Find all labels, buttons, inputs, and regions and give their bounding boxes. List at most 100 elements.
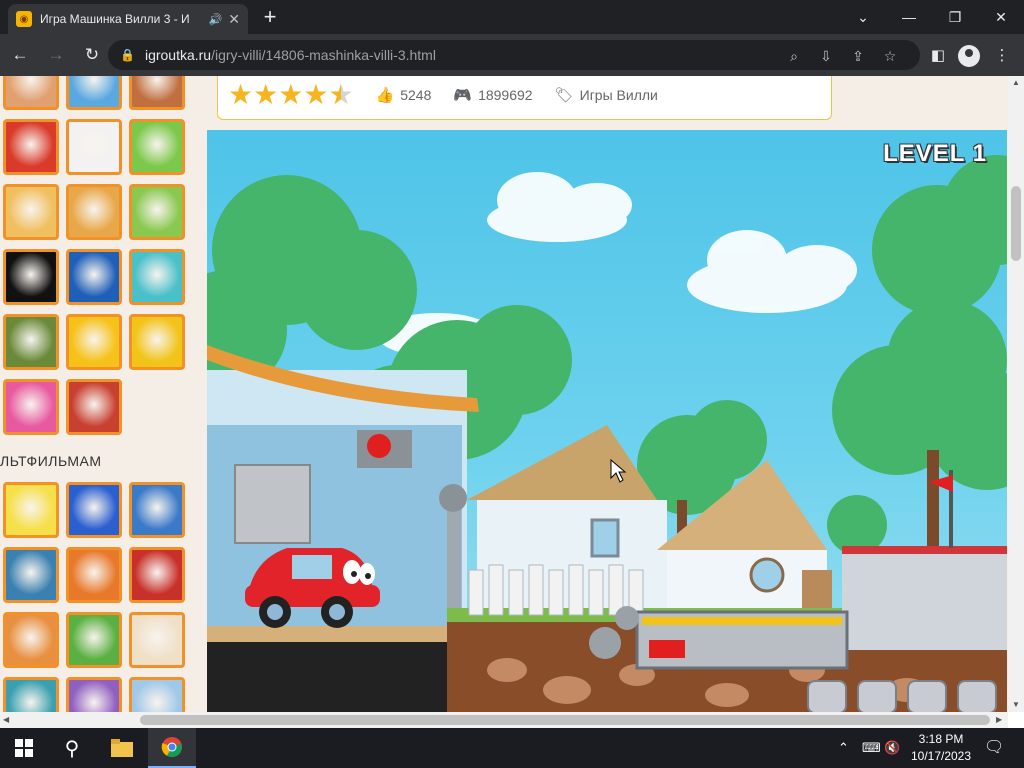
game-info-bar: ★ ★ ★ ★ ★ 👍 5248 🎮 1899692 🏷 Игры Вилли <box>217 76 832 120</box>
vertical-scrollbar[interactable]: ▲ ▼ <box>1008 76 1024 712</box>
game-thumbnail-equestria[interactable] <box>66 677 122 712</box>
category-label[interactable]: Игры Вилли <box>580 87 658 103</box>
game-thumbnail-tank[interactable] <box>3 314 59 370</box>
star-icon[interactable]: ★ <box>303 81 328 109</box>
profile-avatar[interactable] <box>958 45 980 67</box>
file-explorer-icon[interactable] <box>98 728 146 768</box>
category-link[interactable]: 🏷 Игры Вилли <box>555 86 658 104</box>
game-thumbnail-candy-match[interactable] <box>129 249 185 305</box>
game-thumbnail-disney-channel[interactable] <box>66 249 122 305</box>
reload-button[interactable]: ↻ <box>76 39 108 71</box>
back-button[interactable]: ← <box>4 39 36 71</box>
close-window-button[interactable]: ✕ <box>978 0 1024 34</box>
share-icon[interactable]: ⇪ <box>848 46 868 66</box>
chevron-up-icon[interactable]: ⌃ <box>838 740 849 756</box>
game-thumbnail-gravity-falls[interactable] <box>3 547 59 603</box>
level-label: LEVEL 1 <box>883 140 987 167</box>
forward-button[interactable]: → <box>40 39 72 71</box>
game-thumbnail-cake[interactable] <box>3 184 59 240</box>
game-thumbnail-angry-face[interactable] <box>66 379 122 435</box>
sidebar-game-list: ЛЬТФИЛЬМАМ <box>0 76 200 712</box>
thumbs-up-icon[interactable]: 👍 <box>376 86 395 104</box>
side-panel-icon[interactable]: ◧ <box>926 44 950 68</box>
sound-icon[interactable] <box>857 680 897 712</box>
clock-time: 3:18 PM <box>918 732 964 746</box>
music-icon[interactable] <box>907 680 947 712</box>
game-thumbnail-blue-3d[interactable] <box>66 76 122 110</box>
url-path: /igry-villi/14806-mashinka-villi-3.html <box>211 47 436 63</box>
scroll-right-icon[interactable]: ▶ <box>996 715 1002 724</box>
web-page: ЛЬТФИЛЬМАМ ★ ★ ★ ★ ★ 👍 5248 🎮 1899692 🏷 … <box>0 76 1024 712</box>
restore-button[interactable]: ❐ <box>932 0 978 34</box>
site-favicon-icon: ◉ <box>16 11 32 27</box>
scroll-down-icon[interactable]: ▼ <box>1012 700 1020 709</box>
chrome-taskbar-icon[interactable] <box>148 728 196 768</box>
game-canvas[interactable]: LEVEL 1 <box>207 130 1007 712</box>
search-icon[interactable]: ⌕ <box>784 46 804 66</box>
menu-icon[interactable] <box>957 680 997 712</box>
tab-title: Игра Машинка Вилли 3 - И <box>40 12 190 26</box>
star-icon[interactable]: ★ <box>278 81 303 109</box>
game-scene <box>207 155 1007 712</box>
windows-start-icon[interactable] <box>0 728 48 768</box>
game-thumbnail-angry-bird[interactable] <box>3 119 59 175</box>
lock-icon[interactable]: 🔒 <box>120 48 135 62</box>
tab-close-icon[interactable]: ✕ <box>228 11 240 28</box>
game-thumbnail-frozen[interactable] <box>129 677 185 712</box>
star-half-icon[interactable]: ★ <box>328 81 353 109</box>
game-thumbnail-cartoon-network[interactable] <box>3 249 59 305</box>
rating-stars[interactable]: ★ ★ ★ ★ ★ <box>228 81 354 109</box>
game-thumbnail-wheely-car[interactable] <box>129 184 185 240</box>
minimize-button[interactable]: — <box>886 0 932 34</box>
scroll-up-icon[interactable]: ▲ <box>1012 78 1020 87</box>
game-thumbnail-agent-p[interactable] <box>3 677 59 712</box>
menu-kebab-icon[interactable]: ⋮ <box>990 44 1014 68</box>
plays-count: 🎮 1899692 <box>453 86 532 104</box>
game-thumbnail-paw-patrol[interactable] <box>129 482 185 538</box>
section-title: ЛЬТФИЛЬМАМ <box>0 453 102 469</box>
speaker-icon[interactable]: 🔊 <box>209 13 223 26</box>
volume-muted-icon[interactable]: 🔇 <box>884 740 900 756</box>
game-thumbnail-pop-it[interactable] <box>3 379 59 435</box>
browser-toolbar: ← → ↻ 🔒 igroutka.ru/igry-villi/14806-mas… <box>0 34 1024 76</box>
install-icon[interactable]: ⇩ <box>816 46 836 66</box>
url-host: igroutka.ru <box>144 47 212 63</box>
game-thumbnail-cowboy[interactable] <box>129 76 185 110</box>
clock-date: 10/17/2023 <box>910 749 972 763</box>
address-bar[interactable]: 🔒 igroutka.ru/igry-villi/14806-mashinka-… <box>108 40 920 70</box>
game-thumbnail-panda[interactable] <box>66 119 122 175</box>
game-thumbnail-among-us[interactable] <box>129 314 185 370</box>
game-thumbnail-cut-the-rope[interactable] <box>129 119 185 175</box>
notifications-icon[interactable]: 🗨 <box>984 737 1004 757</box>
tag-icon: 🏷 <box>554 87 574 104</box>
browser-tab[interactable]: ◉ Игра Машинка Вилли 3 - И 🔊 ✕ <box>8 4 248 34</box>
game-thumbnail-sonic[interactable] <box>66 482 122 538</box>
gamepad-icon: 🎮 <box>453 87 473 104</box>
search-icon[interactable]: ⚲ <box>48 728 96 768</box>
game-thumbnail-emoji[interactable] <box>66 314 122 370</box>
tab-search-icon[interactable]: ⌄ <box>840 0 886 34</box>
star-icon[interactable]: ★ <box>228 81 253 109</box>
game-thumbnail-tom-jerry[interactable] <box>66 547 122 603</box>
horizontal-scrollbar[interactable]: ◀ ▶ <box>0 712 1008 728</box>
game-thumbnail-adam-eve[interactable] <box>66 184 122 240</box>
game-thumbnail-naruto[interactable] <box>3 612 59 668</box>
game-thumbnail-spongebob[interactable] <box>3 482 59 538</box>
game-thumbnail-scooby-doo[interactable] <box>66 612 122 668</box>
network-icon[interactable]: ⌨ <box>862 740 881 756</box>
game-thumbnail-cars[interactable] <box>129 547 185 603</box>
clock[interactable]: 3:18 PM 10/17/2023 <box>906 731 976 765</box>
browser-titlebar: ◉ Игра Машинка Вилли 3 - И 🔊 ✕ + ⌄ — ❐ ✕ <box>0 0 1024 34</box>
game-thumbnail-rabbit[interactable] <box>129 612 185 668</box>
star-icon[interactable]: ★ <box>253 81 278 109</box>
likes-count: 👍 5248 <box>376 86 432 104</box>
plays-value: 1899692 <box>478 87 533 103</box>
bookmark-star-icon[interactable]: ☆ <box>880 46 900 66</box>
likes-value: 5248 <box>400 87 432 103</box>
restart-icon[interactable] <box>807 680 847 712</box>
vertical-scroll-thumb[interactable] <box>1011 186 1021 261</box>
new-tab-button[interactable]: + <box>258 6 282 30</box>
game-thumbnail-man-face[interactable] <box>3 76 59 110</box>
horizontal-scroll-thumb[interactable] <box>140 715 990 725</box>
scroll-left-icon[interactable]: ◀ <box>3 715 9 724</box>
